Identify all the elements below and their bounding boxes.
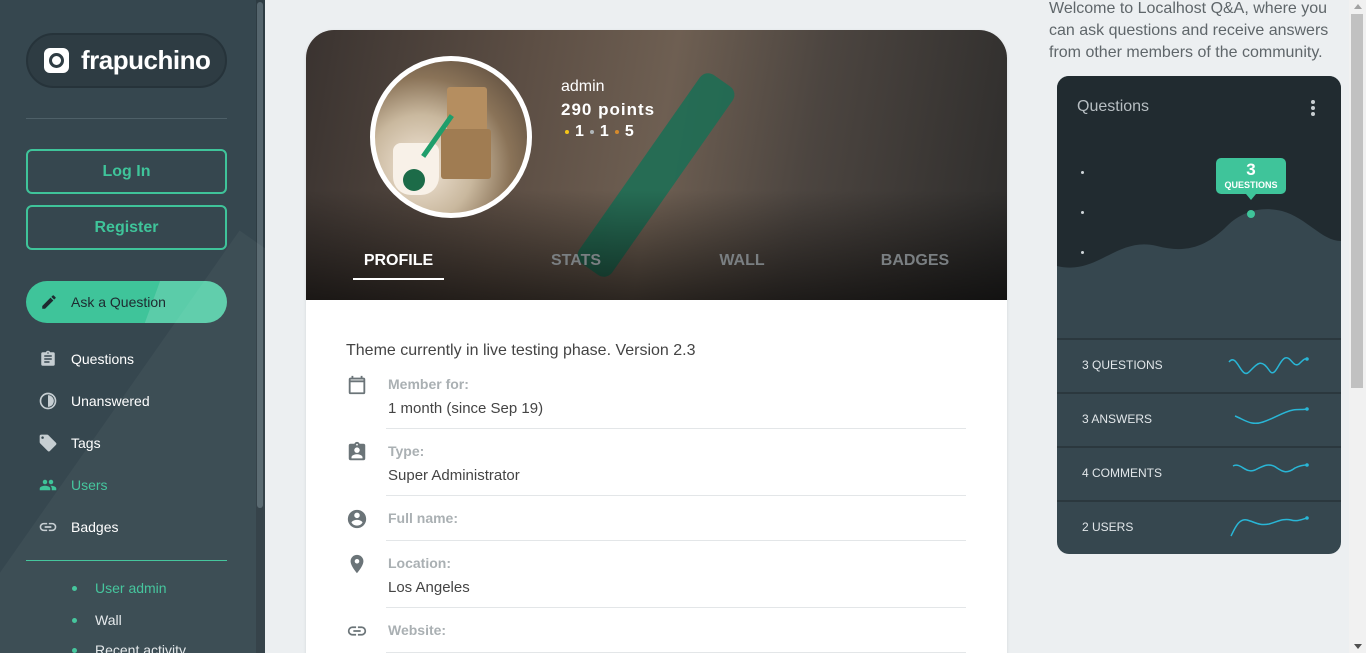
bullet-icon (72, 617, 77, 623)
sidebar: frapuchino Log In Register Ask a Questio… (0, 0, 265, 653)
half-circle-icon (38, 391, 58, 411)
register-button[interactable]: Register (26, 205, 227, 250)
stat-label: 3 ANSWERS (1082, 412, 1153, 426)
profile-username: admin (561, 78, 605, 95)
silver-badge-count: 1 (599, 123, 609, 140)
subnav-item-label: Recent activity (95, 642, 187, 653)
account-circle-icon (347, 509, 367, 529)
sparkline (1232, 463, 1309, 473)
area-chart (1057, 209, 1341, 338)
link-icon (347, 626, 367, 636)
badge-icon (348, 441, 366, 461)
profile-badge-counts: 1 1 5 (565, 123, 634, 141)
sidebar-item-badges[interactable]: Badges (38, 515, 118, 539)
sidebar-item-label: Questions (71, 351, 135, 367)
tab-stats[interactable]: STATS (532, 252, 620, 270)
profile-tabs: PROFILE STATS WALL BADGES (306, 252, 1007, 284)
bronze-badge-icon (614, 130, 619, 134)
scroll-up-arrow-icon[interactable] (1354, 4, 1362, 9)
chart-point (1247, 210, 1255, 218)
field-divider (386, 495, 966, 496)
stat-row-questions: 3 QUESTIONS (1057, 338, 1341, 390)
profile-card: admin 290 points 1 1 5 PROFILE STATS WAL… (306, 30, 1007, 653)
stat-row-comments: 4 COMMENTS (1057, 446, 1341, 498)
field-label: Type: (388, 443, 425, 459)
field-label: Member for: (388, 376, 469, 392)
sparkline (1228, 357, 1309, 375)
login-button[interactable]: Log In (26, 149, 227, 194)
field-value: Los Angeles (388, 579, 470, 596)
silver-badge-icon (589, 130, 594, 134)
tab-wall[interactable]: WALL (702, 252, 782, 270)
sidebar-item-unanswered[interactable]: Unanswered (38, 389, 150, 413)
link-icon (38, 517, 58, 537)
active-tab-indicator (353, 278, 444, 280)
sidebar-item-label: Unanswered (71, 393, 150, 409)
field-divider (386, 540, 966, 541)
chart-tooltip: 3 QUESTIONS (1216, 158, 1286, 200)
welcome-text: Welcome to Localhost Q&A, where you can … (1049, 0, 1329, 61)
subnav-item-wall[interactable]: Wall (72, 611, 122, 629)
field-value: 1 month (since Sep 19) (388, 400, 544, 417)
sidebar-scrollbar[interactable] (256, 0, 265, 653)
gold-badge-count: 1 (575, 123, 584, 140)
field-value: Super Administrator (388, 467, 520, 484)
field-divider (386, 428, 966, 429)
gold-badge-icon (565, 130, 569, 134)
location-pin-icon (350, 554, 364, 574)
avatar (370, 56, 532, 218)
brand-logo[interactable]: frapuchino (26, 33, 227, 88)
sidebar-item-label: Tags (71, 435, 101, 451)
page-scrollbar-thumb[interactable] (1351, 14, 1363, 388)
sparkline (1230, 516, 1309, 537)
tag-icon (38, 433, 58, 453)
sidebar-item-label: Badges (71, 519, 119, 535)
profile-points: 290 points (561, 100, 656, 119)
sidebar-item-tags[interactable]: Tags (38, 431, 101, 455)
ask-question-label: Ask a Question (71, 294, 166, 310)
subnav-item-label: Wall (95, 612, 122, 628)
chart-tick (1081, 171, 1084, 174)
field-label: Full name: (388, 510, 459, 526)
tooltip-label: QUESTIONS (1224, 180, 1278, 190)
scroll-down-arrow-icon[interactable] (1354, 644, 1362, 649)
questions-widget: Questions 3 QUESTIONS 3 QUESTIONS 3 ANSW… (1057, 76, 1341, 554)
bullet-icon (72, 585, 77, 591)
ask-question-button[interactable]: Ask a Question (26, 281, 227, 323)
stat-row-users: 2 USERS (1057, 500, 1341, 552)
brand-name: frapuchino (81, 45, 211, 75)
widget-title: Questions (1077, 98, 1150, 115)
questions-chart: Questions 3 QUESTIONS (1057, 76, 1341, 338)
field-label: Website: (388, 622, 447, 638)
more-vert-icon[interactable] (1311, 100, 1315, 118)
tab-profile[interactable]: PROFILE (353, 252, 444, 270)
sidebar-scrollbar-thumb[interactable] (257, 2, 263, 508)
field-label: Location: (388, 555, 451, 571)
sparkline (1234, 407, 1309, 425)
field-divider (386, 607, 966, 608)
bullet-icon (72, 647, 77, 653)
subnav-item-label: User admin (95, 580, 167, 596)
sidebar-divider (26, 118, 227, 119)
tab-badges[interactable]: BADGES (868, 252, 962, 270)
stat-label: 3 QUESTIONS (1082, 358, 1163, 372)
calendar-icon (348, 375, 366, 395)
theme-note: Theme currently in live testing phase. V… (346, 342, 696, 359)
stat-label: 4 COMMENTS (1082, 466, 1163, 480)
subnav-item-user-admin[interactable]: User admin (72, 579, 167, 597)
brand-logo-icon (44, 48, 69, 73)
sidebar-item-label: Users (71, 477, 108, 493)
sidebar-item-users[interactable]: Users (38, 473, 108, 497)
pencil-icon (42, 295, 56, 309)
tooltip-value: 3 (1246, 160, 1256, 179)
bronze-badge-count: 5 (624, 123, 634, 140)
stat-label: 2 USERS (1082, 520, 1134, 534)
sidebar-divider (26, 560, 227, 561)
stat-row-answers: 3 ANSWERS (1057, 392, 1341, 444)
clipboard-icon (38, 349, 58, 369)
sidebar-item-questions[interactable]: Questions (38, 347, 134, 371)
subnav-item-recent-activity[interactable]: Recent activity (72, 641, 186, 653)
users-icon (38, 475, 58, 495)
page-scrollbar[interactable] (1349, 0, 1366, 653)
